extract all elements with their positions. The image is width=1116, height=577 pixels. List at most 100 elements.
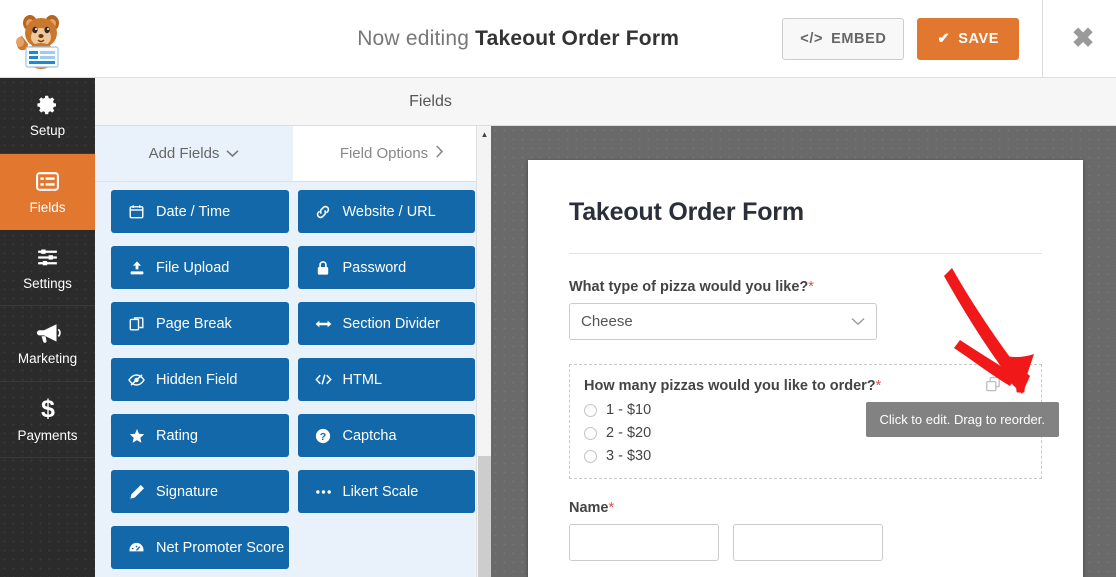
sidebar-item-marketing[interactable]: Marketing	[0, 306, 95, 382]
field-button-label: Likert Scale	[342, 483, 419, 500]
field-button-label: Website / URL	[342, 203, 436, 220]
field-button-captcha[interactable]: ? Captcha	[297, 414, 475, 457]
sidebar-item-setup[interactable]: Setup	[0, 78, 95, 154]
field-button-label: Date / Time	[156, 203, 231, 220]
code-icon	[314, 373, 332, 386]
panel-tab-bar: Add Fields Field Options	[95, 126, 491, 182]
field-label-text: Name	[569, 500, 609, 516]
eye-slash-icon	[128, 373, 145, 387]
preview-field-pizza-type[interactable]: What type of pizza would you like?* Chee…	[569, 279, 1042, 340]
field-button-rating[interactable]: Rating	[111, 414, 289, 457]
radio-option-label: 1 - $10	[606, 402, 652, 418]
field-button-label: HTML	[342, 371, 382, 388]
field-button-label: Password	[342, 259, 407, 276]
trash-icon[interactable]	[1013, 376, 1028, 398]
field-button-password[interactable]: Password	[297, 246, 475, 289]
field-label-text: How many pizzas would you like to order?	[584, 378, 876, 394]
name-first-input[interactable]	[569, 524, 719, 561]
field-button-label: Hidden Field	[156, 371, 238, 388]
sidebar-item-label: Payments	[17, 428, 78, 443]
dollar-icon: $	[36, 396, 60, 422]
field-label: Name*	[569, 500, 1042, 516]
field-button-file-upload[interactable]: File Upload	[111, 246, 289, 289]
pizza-type-select[interactable]: Cheese	[569, 303, 877, 340]
calendar-icon	[128, 204, 145, 219]
field-button-label: File Upload	[156, 259, 230, 276]
field-button-grid: Date / Time Website / URL File Upload Pa…	[95, 182, 491, 577]
tab-add-fields-label: Add Fields	[148, 145, 220, 162]
embed-button[interactable]: </> EMBED	[782, 17, 905, 60]
chevron-down-icon	[226, 145, 239, 162]
panel-scrollbar[interactable]: ▲	[476, 126, 491, 577]
question-circle-icon: ?	[315, 428, 332, 444]
field-label-text: What type of pizza would you like?	[569, 279, 809, 295]
field-label: How many pizzas would you like to order?…	[584, 378, 1027, 394]
field-button-section-divider[interactable]: Section Divider	[297, 302, 475, 345]
preview-field-pizza-quantity[interactable]: How many pizzas would you like to order?…	[569, 364, 1059, 479]
left-sidebar: Setup Fields Settings Marketing $ Paymen…	[0, 78, 95, 577]
required-marker: *	[875, 378, 882, 394]
title-divider	[569, 253, 1042, 254]
top-bar: Now editing Takeout Order Form </> EMBED…	[0, 0, 1116, 78]
check-icon: ✔	[937, 30, 951, 47]
name-input-group	[569, 524, 1042, 561]
radio-button-icon[interactable]	[584, 426, 597, 440]
preview-form-title: Takeout Order Form	[569, 198, 804, 226]
page-title: Now editing Takeout Order Form	[74, 27, 782, 51]
close-icon[interactable]: ✖	[1056, 0, 1110, 78]
chevron-down-icon	[851, 315, 865, 329]
required-marker: *	[808, 279, 814, 295]
tab-field-options[interactable]: Field Options	[293, 126, 491, 182]
save-button-label: SAVE	[958, 30, 999, 47]
wpforms-mascot-icon	[8, 6, 74, 72]
sidebar-item-settings[interactable]: Settings	[0, 230, 95, 306]
tab-add-fields[interactable]: Add Fields	[95, 126, 293, 182]
pizza-type-select-value: Cheese	[581, 313, 633, 330]
field-tooltip: Click to edit. Drag to reorder.	[865, 402, 1059, 437]
radio-button-icon[interactable]	[584, 449, 597, 463]
required-marker: *	[608, 500, 615, 516]
gauge-icon	[128, 541, 145, 555]
field-button-label: Page Break	[156, 315, 232, 332]
field-button-html[interactable]: HTML	[297, 358, 475, 401]
sidebar-item-label: Marketing	[17, 351, 78, 366]
editing-prefix: Now editing	[357, 26, 470, 50]
svg-text:$: $	[41, 396, 55, 422]
field-action-icons	[985, 376, 1028, 398]
field-button-hidden-field[interactable]: Hidden Field	[111, 358, 289, 401]
field-button-page-break[interactable]: Page Break	[111, 302, 289, 345]
radio-option[interactable]: 3 - $30	[584, 448, 1027, 464]
field-button-label: Section Divider	[342, 315, 441, 332]
field-button-likert-scale[interactable]: Likert Scale	[297, 470, 475, 513]
ellipsis-icon	[315, 488, 332, 496]
name-last-input[interactable]	[733, 524, 883, 561]
pencil-icon	[128, 484, 145, 500]
sidebar-item-fields[interactable]: Fields	[0, 154, 95, 230]
sliders-icon	[35, 245, 60, 270]
sidebar-item-payments[interactable]: $ Payments	[0, 382, 95, 458]
field-button-label: Rating	[156, 427, 198, 444]
form-preview-card: Takeout Order Form What type of pizza wo…	[528, 160, 1083, 577]
field-button-date-time[interactable]: Date / Time	[111, 190, 289, 233]
lock-icon	[315, 260, 332, 276]
list-icon	[35, 169, 60, 194]
form-builder-screen: Now editing Takeout Order Form </> EMBED…	[0, 0, 1116, 577]
field-button-website-url[interactable]: Website / URL	[297, 190, 475, 233]
field-button-net-promoter-score[interactable]: Net Promoter Score	[111, 526, 289, 569]
arrows-horizontal-icon	[315, 318, 332, 330]
builder-section-header: Fields	[95, 78, 1116, 126]
radio-option-label: 2 - $20	[606, 425, 652, 441]
field-button-label: Captcha	[342, 427, 397, 444]
preview-field-name[interactable]: Name*	[569, 500, 1042, 561]
caret-up-icon[interactable]: ▲	[477, 126, 492, 142]
radio-button-icon[interactable]	[584, 403, 597, 417]
save-button[interactable]: ✔ SAVE	[917, 17, 1019, 60]
field-button-label: Signature	[156, 483, 219, 500]
star-icon	[128, 428, 145, 444]
field-label: What type of pizza would you like?*	[569, 279, 1042, 295]
field-button-signature[interactable]: Signature	[111, 470, 289, 513]
embed-button-label: EMBED	[831, 30, 887, 47]
pagebreak-icon	[128, 316, 145, 332]
scrollbar-thumb[interactable]	[478, 456, 491, 577]
duplicate-icon[interactable]	[985, 376, 1002, 398]
